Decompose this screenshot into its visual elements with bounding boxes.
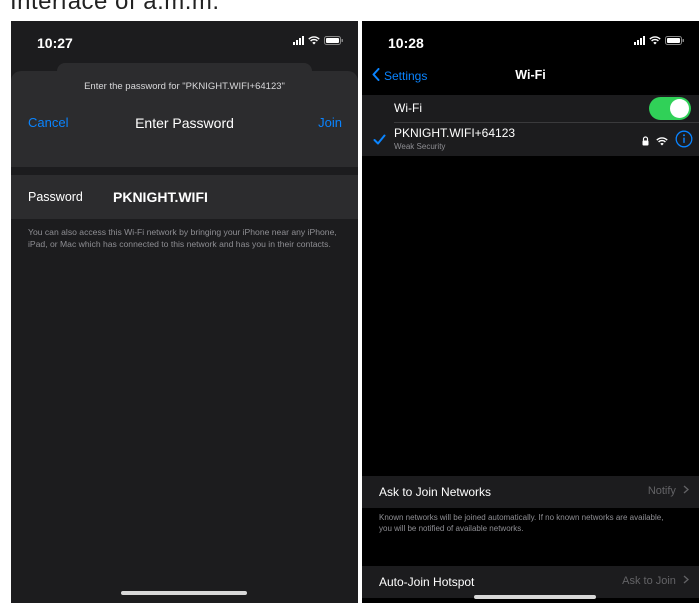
wifi-toggle-switch[interactable] bbox=[649, 97, 691, 120]
page-caption: Interface of a.m.m. bbox=[10, 0, 220, 14]
network-security: Weak Security bbox=[394, 142, 446, 151]
home-indicator[interactable] bbox=[474, 595, 596, 599]
wifi-icon bbox=[656, 133, 668, 151]
ask-to-join-row[interactable]: Ask to Join Networks Notify bbox=[362, 476, 699, 508]
auto-join-hotspot-value-text: Ask to Join bbox=[622, 575, 676, 587]
auto-join-hotspot-label: Auto-Join Hotspot bbox=[379, 575, 475, 589]
cellular-signal-icon bbox=[293, 36, 304, 45]
auto-join-hotspot-row[interactable]: Auto-Join Hotspot Ask to Join bbox=[362, 566, 699, 598]
info-icon[interactable] bbox=[675, 130, 693, 153]
wifi-icon bbox=[649, 36, 661, 45]
wifi-toggle-row: Wi-Fi bbox=[362, 95, 699, 122]
password-row[interactable]: Password bbox=[11, 175, 358, 219]
chevron-right-icon bbox=[679, 485, 689, 497]
password-footnote: You can also access this Wi-Fi network b… bbox=[28, 227, 337, 249]
ask-to-join-value: Notify bbox=[648, 485, 689, 497]
status-icons bbox=[293, 36, 344, 45]
password-sheet: Enter the password for "PKNIGHT.WIFI+641… bbox=[11, 71, 358, 603]
home-indicator[interactable] bbox=[121, 591, 247, 595]
nav-bar: Settings Wi-Fi bbox=[362, 65, 699, 95]
network-name: PKNIGHT.WIFI+64123 bbox=[394, 126, 516, 140]
phone-enter-password: 10:27 Enter the password for "PKNIGHT.WI… bbox=[11, 21, 358, 603]
battery-icon bbox=[665, 36, 685, 45]
wifi-card: Wi-Fi PKNIGHT.WIFI+64123 Weak Security bbox=[362, 95, 699, 156]
status-icons bbox=[634, 36, 685, 45]
wifi-toggle-label: Wi-Fi bbox=[394, 101, 422, 115]
password-label: Password bbox=[28, 190, 83, 204]
sheet-header: Enter the password for "PKNIGHT.WIFI+641… bbox=[11, 71, 358, 167]
page-title: Wi-Fi bbox=[515, 68, 546, 82]
ask-to-join-note: Known networks will be joined automatica… bbox=[379, 513, 664, 533]
battery-icon bbox=[324, 36, 344, 45]
toggle-knob bbox=[670, 99, 689, 118]
join-button[interactable]: Join bbox=[318, 115, 342, 130]
password-prompt: Enter the password for "PKNIGHT.WIFI+641… bbox=[84, 81, 285, 92]
phone-wifi-settings: 10:28 Settings Wi-Fi Wi-Fi PKNIGHT.WIFI+… bbox=[362, 21, 699, 603]
connected-network-row[interactable]: PKNIGHT.WIFI+64123 Weak Security bbox=[362, 123, 699, 156]
status-time: 10:27 bbox=[37, 35, 73, 51]
lock-icon bbox=[642, 133, 649, 151]
ask-to-join-value-text: Notify bbox=[647, 485, 676, 497]
wifi-icon bbox=[308, 36, 320, 45]
network-icons bbox=[642, 130, 693, 153]
status-bar: 10:28 bbox=[362, 21, 699, 65]
sheet-title: Enter Password bbox=[135, 115, 234, 131]
auto-join-hotspot-value: Ask to Join bbox=[622, 575, 689, 587]
status-time: 10:28 bbox=[388, 35, 424, 51]
password-input[interactable] bbox=[113, 189, 313, 205]
ask-to-join-label: Ask to Join Networks bbox=[379, 485, 492, 499]
status-bar: 10:27 bbox=[11, 21, 358, 65]
checkmark-icon bbox=[373, 132, 386, 150]
cellular-signal-icon bbox=[634, 36, 645, 45]
chevron-right-icon bbox=[679, 575, 689, 587]
